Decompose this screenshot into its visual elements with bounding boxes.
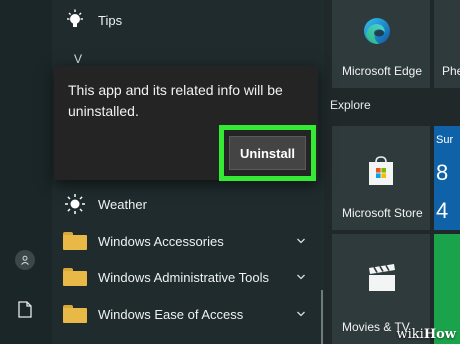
weather-temp: 8 bbox=[436, 160, 449, 185]
section-letter-v[interactable]: V bbox=[74, 52, 82, 66]
chevron-down-icon[interactable] bbox=[296, 309, 306, 319]
folder-label: Windows Ease of Access bbox=[98, 306, 244, 322]
tile-microsoft-store[interactable]: Microsoft Store bbox=[332, 126, 430, 230]
folder-icon bbox=[62, 230, 88, 252]
documents-button[interactable] bbox=[14, 298, 36, 320]
sun-icon bbox=[62, 193, 88, 215]
folder-windows-ease-of-access[interactable]: Windows Ease of Access bbox=[62, 300, 243, 328]
user-account-button[interactable] bbox=[14, 249, 36, 271]
app-tips-label: Tips bbox=[98, 12, 123, 28]
folder-windows-administrative-tools[interactable]: Windows Administrative Tools bbox=[62, 263, 269, 291]
document-icon bbox=[18, 300, 32, 318]
watermark-suffix: How bbox=[423, 327, 456, 342]
tile-partial[interactable]: Phe bbox=[434, 0, 460, 88]
store-icon bbox=[369, 156, 393, 185]
user-icon bbox=[15, 250, 35, 270]
tile-microsoft-edge[interactable]: Microsoft Edge bbox=[332, 0, 430, 88]
wikihow-watermark: wikiHow bbox=[397, 327, 456, 342]
tile-label: Microsoft Edge bbox=[342, 64, 423, 78]
tiles-panel: Microsoft Edge Phe Microsoft Store Sur 8… bbox=[324, 0, 460, 344]
app-list-scrollbar[interactable] bbox=[321, 290, 323, 344]
app-weather[interactable]: Weather bbox=[62, 190, 147, 218]
chevron-down-icon[interactable] bbox=[296, 272, 306, 282]
tile-weather-partial[interactable]: Sur 8 4 bbox=[434, 126, 460, 230]
folder-windows-accessories[interactable]: Windows Accessories bbox=[62, 227, 224, 255]
folder-label: Windows Accessories bbox=[98, 233, 224, 249]
tile-label: Phe bbox=[442, 64, 460, 78]
uninstall-button[interactable]: Uninstall bbox=[229, 136, 306, 170]
edge-icon bbox=[364, 18, 390, 44]
lightbulb-icon bbox=[62, 9, 88, 31]
clapperboard-icon bbox=[369, 264, 395, 291]
tile-label: Microsoft Store bbox=[342, 206, 423, 220]
folder-icon bbox=[62, 266, 88, 288]
tiles-group-explore[interactable]: Explore bbox=[330, 98, 371, 112]
weather-temp-low: 4 bbox=[436, 198, 449, 223]
chevron-down-icon[interactable] bbox=[296, 236, 306, 246]
app-weather-label: Weather bbox=[98, 196, 147, 212]
folder-icon bbox=[62, 303, 88, 325]
weather-day: Sur bbox=[436, 134, 454, 146]
folder-label: Windows Administrative Tools bbox=[98, 269, 269, 285]
app-tips[interactable]: Tips bbox=[62, 6, 122, 34]
start-left-rail bbox=[0, 0, 52, 344]
dialog-message: This app and its related info will be un… bbox=[68, 82, 283, 119]
watermark-prefix: wiki bbox=[396, 327, 424, 342]
